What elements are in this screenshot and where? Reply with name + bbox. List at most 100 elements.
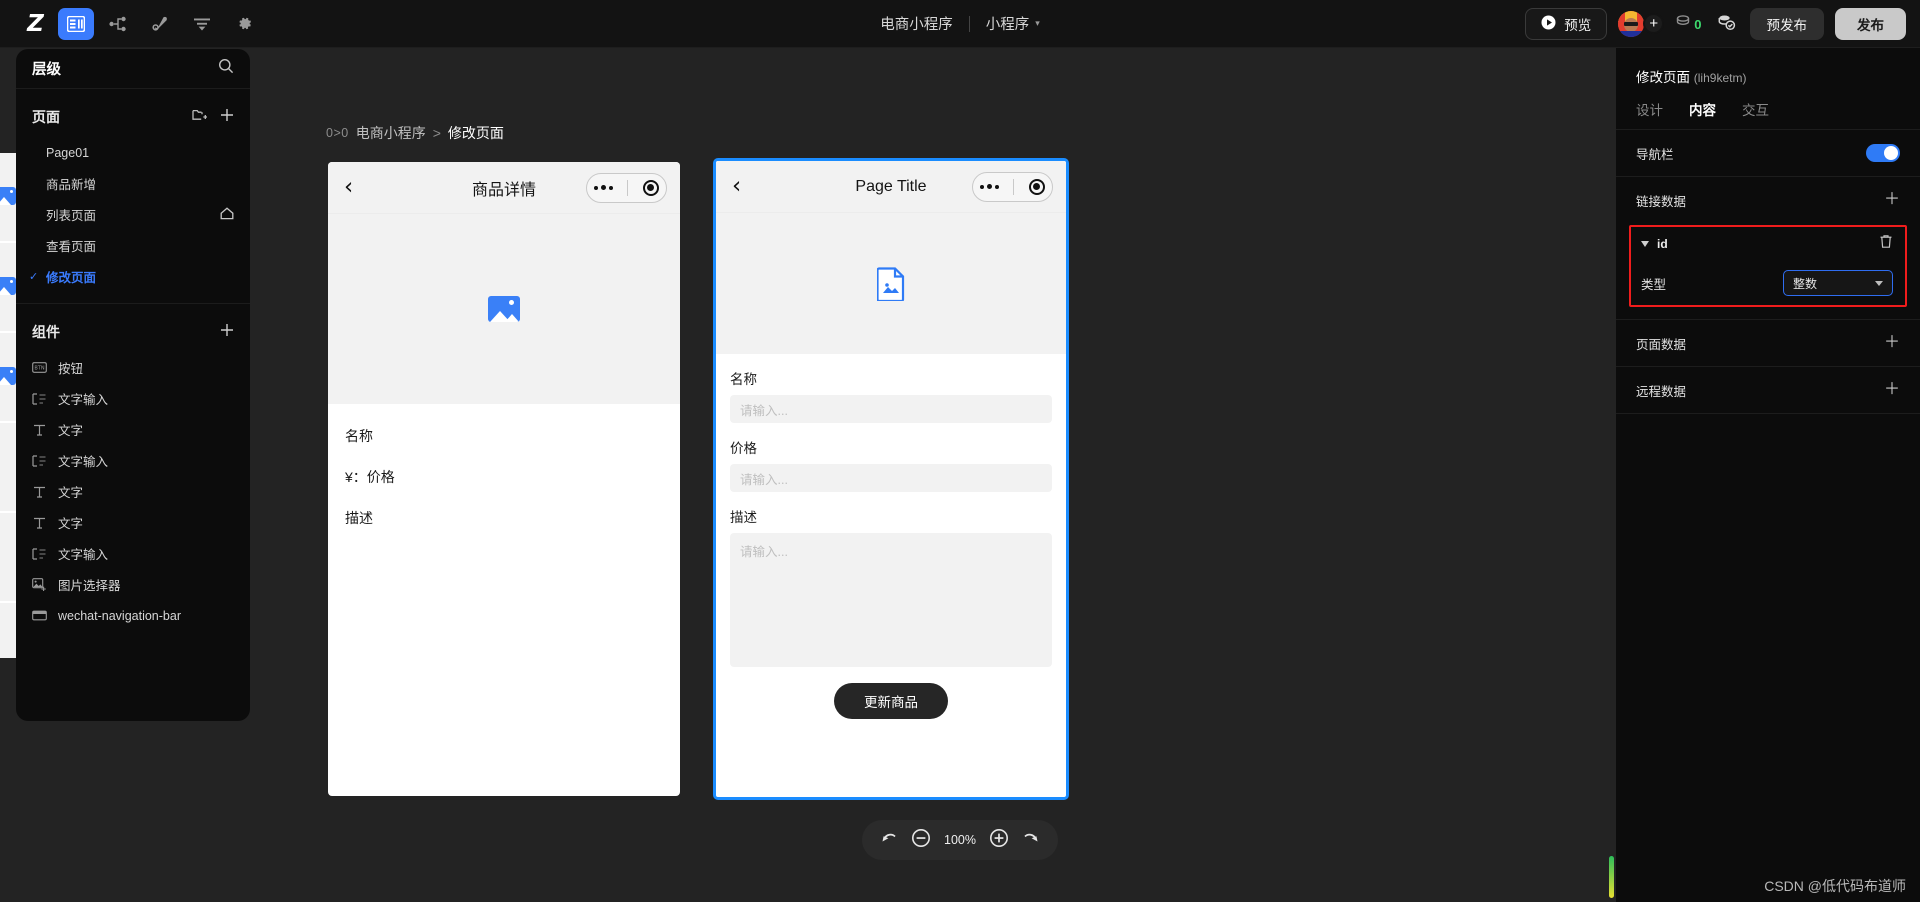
page-item-label: Page01 <box>46 145 90 160</box>
zoom-in-button[interactable] <box>986 827 1012 853</box>
watermark: CSDN @低代码布道师 <box>1764 878 1906 894</box>
wechat-capsule <box>586 172 667 203</box>
app-logo[interactable]: Z <box>18 7 52 41</box>
data-verified-button[interactable] <box>1713 11 1739 37</box>
remote-data-divider <box>1616 413 1920 414</box>
tab-design[interactable]: 设计 <box>1636 99 1663 129</box>
detail-name-text[interactable]: 名称 <box>345 426 663 446</box>
field-input-name[interactable]: 请输入... <box>730 395 1052 423</box>
component-item-button[interactable]: BTN 按钮 <box>16 352 250 383</box>
component-item-text-2[interactable]: 文字 <box>16 476 250 507</box>
avatar[interactable] <box>1618 11 1645 37</box>
avatar-group[interactable]: + <box>1618 10 1665 38</box>
toolbar-layers-button[interactable] <box>58 7 94 40</box>
project-type[interactable]: 小程序 <box>986 13 1030 34</box>
page-item-view[interactable]: 查看页面 <box>16 230 250 261</box>
preview-label: 预览 <box>1564 18 1592 33</box>
component-item-label: 文字输入 <box>58 455 109 469</box>
top-bar: Z 电商小程序 小程序 ▾ 预览 + 0 预发布 发布 <box>0 0 1920 48</box>
field-textarea-desc[interactable]: 请输入... <box>730 533 1052 667</box>
component-item-label: 图片选择器 <box>58 579 121 593</box>
detail-price-text[interactable]: ¥：价格 <box>345 467 663 487</box>
play-circle-icon <box>1541 15 1556 33</box>
text-icon <box>32 517 47 529</box>
tab-content[interactable]: 内容 <box>1689 99 1716 129</box>
plus-icon[interactable]: ＋ <box>1884 192 1900 208</box>
component-item-label: 文字输入 <box>58 548 109 562</box>
chevron-down-icon[interactable]: ▾ <box>1035 18 1040 29</box>
page-item-edit[interactable]: ✓ 修改页面 <box>16 261 250 292</box>
pages-tree: Page01 商品新增 列表页面 查看页面 ✓ 修改页面 <box>16 137 250 292</box>
component-item-text-input-2[interactable]: 文字输入 <box>16 445 250 476</box>
zoom-out-button[interactable] <box>908 827 934 853</box>
plus-icon[interactable]: ＋ <box>1884 382 1900 398</box>
component-item-text-input-3[interactable]: 文字输入 <box>16 538 250 569</box>
text-input-icon <box>32 547 47 560</box>
coin-icon <box>1675 13 1693 36</box>
parameter-name-group: id <box>1641 237 1668 251</box>
phone-nav-bar: ‹ 商品详情 <box>328 162 680 214</box>
parameter-type-row: 类型 整数 <box>1631 261 1905 305</box>
parameter-type-select[interactable]: 整数 <box>1783 270 1893 296</box>
add-collaborator-button[interactable]: + <box>1643 13 1665 34</box>
page-item-page01[interactable]: Page01 <box>16 137 250 168</box>
credits-indicator[interactable]: 0 <box>1675 13 1702 36</box>
component-item-text-1[interactable]: 文字 <box>16 414 250 445</box>
plus-icon[interactable]: ＋ <box>1884 335 1900 351</box>
parameter-header-row[interactable]: id <box>1631 227 1905 261</box>
target-circle-icon <box>1028 178 1045 195</box>
more-dots-icon <box>980 184 1000 189</box>
prepublish-button[interactable]: 预发布 <box>1749 8 1824 40</box>
field-label-price[interactable]: 价格 <box>730 437 1052 457</box>
page-data-label: 页面数据 <box>1636 337 1687 352</box>
undo-button[interactable] <box>876 827 902 853</box>
chevron-down-icon[interactable] <box>1641 241 1649 247</box>
field-input-price[interactable]: 请输入... <box>730 464 1052 492</box>
phone-preview-edit[interactable]: ‹ Page Title 名称 请输入... 价格 请输入... 描述 请输入.… <box>713 158 1069 800</box>
page-item-product-new[interactable]: 商品新增 <box>16 168 250 199</box>
add-component-icon[interactable] <box>220 323 234 342</box>
field-label-desc[interactable]: 描述 <box>730 506 1052 526</box>
tab-interaction[interactable]: 交互 <box>1742 99 1769 129</box>
breadcrumb-project[interactable]: 电商小程序 <box>356 123 426 143</box>
highlighted-parameter-box: id 类型 整数 <box>1629 225 1907 307</box>
toolbar-settings-button[interactable] <box>226 8 262 40</box>
toolbar-align-button[interactable] <box>184 8 220 40</box>
search-icon[interactable] <box>218 58 234 79</box>
breadcrumb-page[interactable]: 修改页面 <box>448 123 504 143</box>
zoom-level[interactable]: 100% <box>940 833 980 847</box>
component-item-text-3[interactable]: 文字 <box>16 507 250 538</box>
undo-icon <box>880 830 898 851</box>
project-name[interactable]: 电商小程序 <box>880 13 953 34</box>
new-folder-icon[interactable] <box>192 108 208 127</box>
right-inspector-panel: 修改页面 (lih9ketm) 设计 内容 交互 导航栏 链接数据 ＋ id 类… <box>1616 48 1920 902</box>
phone-preview-detail[interactable]: ‹ 商品详情 名称 ¥：价格 描述 <box>328 162 680 796</box>
navbar-setting-row: 导航栏 <box>1616 130 1920 176</box>
update-product-button[interactable]: 更新商品 <box>834 683 948 719</box>
chevron-down-icon <box>1875 280 1883 286</box>
navbar-setting-label: 导航栏 <box>1636 147 1674 162</box>
phone-nav-bar[interactable]: ‹ Page Title <box>716 161 1066 213</box>
redo-button[interactable] <box>1018 827 1044 853</box>
text-icon <box>32 424 47 436</box>
link-data-label: 链接数据 <box>1636 194 1687 209</box>
scroll-indicator[interactable] <box>1609 856 1614 898</box>
component-item-wechat-navigation-bar[interactable]: wechat-navigation-bar <box>16 600 250 631</box>
field-label-name[interactable]: 名称 <box>730 368 1052 388</box>
image-picker-area[interactable] <box>716 213 1066 354</box>
preview-button[interactable]: 预览 <box>1525 8 1608 40</box>
component-item-image-picker[interactable]: 图片选择器 <box>16 569 250 600</box>
component-item-text-input-1[interactable]: 文字输入 <box>16 383 250 414</box>
detail-desc-text[interactable]: 描述 <box>345 508 663 528</box>
redo-icon <box>1022 830 1040 851</box>
toolbar-sitemap-button[interactable] <box>100 8 136 40</box>
trash-icon[interactable] <box>1879 234 1893 254</box>
button-icon: BTN <box>32 362 47 373</box>
toolbar-plugin-button[interactable] <box>142 8 178 40</box>
page-item-label: 商品新增 <box>46 178 97 192</box>
page-item-list[interactable]: 列表页面 <box>16 199 250 230</box>
breadcrumb-separator: > <box>432 125 441 141</box>
navbar-toggle[interactable] <box>1866 144 1900 162</box>
add-page-icon[interactable] <box>220 108 234 127</box>
publish-button[interactable]: 发布 <box>1835 8 1906 40</box>
